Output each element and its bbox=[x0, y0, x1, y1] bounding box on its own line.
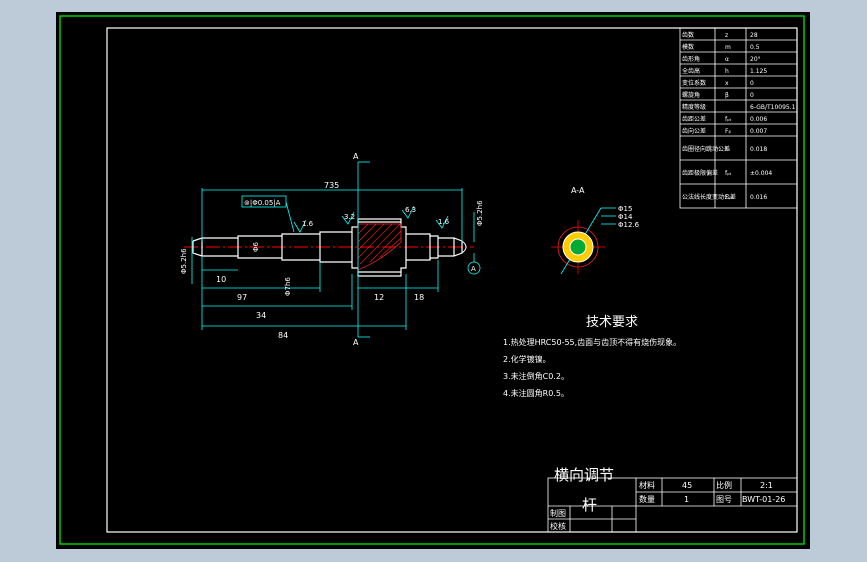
tech-item-4: 4.未注圆角R0.5。 bbox=[503, 388, 569, 398]
param-value: 0.006 bbox=[750, 116, 767, 123]
material-label: 材料 bbox=[639, 480, 655, 490]
tech-item-2: 2.化学镀镍。 bbox=[503, 354, 551, 364]
dim-12: 12 bbox=[374, 293, 384, 302]
gear-parameter-table: 齿数 z 28 模数 m 0.5 齿形角 α 20° 全齿高 h 1.125 变位系数 x 0 螺旋角 β 0 精度… bbox=[679, 27, 798, 209]
param-symbol: Fᵥᵥ bbox=[725, 194, 734, 201]
param-name: 齿形角 bbox=[682, 55, 700, 63]
param-value: 0.007 bbox=[750, 128, 767, 135]
dim-34: 34 bbox=[256, 311, 266, 320]
section-core bbox=[569, 238, 587, 256]
drawing-no-label: 图号 bbox=[716, 495, 732, 504]
param-value: 6-GB/T10095.1 bbox=[750, 104, 796, 111]
dia-right: Φ5.2h6 bbox=[476, 200, 484, 226]
scale-value: 2:1 bbox=[760, 481, 773, 490]
param-name: 齿距公差 bbox=[682, 115, 706, 123]
param-symbol: β bbox=[725, 92, 729, 99]
param-name: 齿向公差 bbox=[682, 127, 706, 135]
tolerance-frame: ⊚|Φ0.05|A bbox=[244, 199, 281, 207]
drawing-canvas: A A A-A 735 10 97 34 84 12 18 ⊚|Φ0.05|A … bbox=[59, 15, 805, 545]
param-value: 1.125 bbox=[750, 68, 767, 75]
datum-label: A bbox=[471, 265, 476, 273]
roughness-3: 6.3 bbox=[405, 206, 416, 214]
technical-requirements: 技术要求 1.热处理HRC50-55,齿面与齿顶不得有烧伤现象。 2.化学镀镍。… bbox=[503, 315, 681, 398]
roughness-1: 1.6 bbox=[302, 220, 314, 228]
checked-label: 校核 bbox=[550, 521, 566, 531]
param-name: 螺旋角 bbox=[682, 91, 700, 99]
param-symbol: Fᵦ bbox=[725, 128, 731, 135]
param-name: 变位系数 bbox=[682, 79, 706, 87]
dia-mid1: Φ6 bbox=[252, 241, 260, 252]
section-view-label: A-A bbox=[571, 186, 585, 195]
param-value: 28 bbox=[750, 32, 758, 39]
param-value: 20° bbox=[750, 56, 761, 63]
dim-overall: 735 bbox=[324, 181, 339, 190]
section-label-bottom: A bbox=[353, 338, 359, 347]
param-value: 0 bbox=[750, 92, 754, 99]
param-symbol: α bbox=[725, 56, 729, 63]
param-value: 0.016 bbox=[750, 194, 767, 201]
drawing-no-value: BWT-01-26 bbox=[742, 495, 785, 504]
dim-18: 18 bbox=[414, 293, 424, 302]
param-value: 0.018 bbox=[750, 146, 767, 153]
dia-left: Φ5.2h6 bbox=[180, 248, 188, 274]
param-name: 模数 bbox=[682, 43, 694, 51]
sec-dia-14: Φ14 bbox=[618, 213, 633, 221]
param-name: 齿距极限偏差 bbox=[682, 169, 718, 177]
tech-title: 技术要求 bbox=[586, 315, 638, 330]
scale-label: 比例 bbox=[716, 480, 732, 490]
quantity-label: 数量 bbox=[639, 494, 655, 504]
roughness-4: 1.6 bbox=[438, 218, 450, 226]
dim-84: 84 bbox=[278, 331, 288, 340]
param-symbol: m bbox=[725, 44, 731, 51]
material-value: 45 bbox=[682, 481, 692, 490]
param-symbol: fₚₜ bbox=[725, 116, 732, 123]
shaft-main-view bbox=[184, 218, 474, 277]
tech-item-1: 1.热处理HRC50-55,齿面与齿顶不得有烧伤现象。 bbox=[503, 337, 681, 347]
sec-dia-126: Φ12.6 bbox=[618, 221, 640, 229]
param-symbol: h bbox=[725, 68, 729, 75]
quantity-value: 1 bbox=[684, 495, 689, 504]
param-symbol: Fᵣ bbox=[725, 146, 730, 153]
param-symbol: x bbox=[725, 80, 729, 87]
sec-dia-15: Φ15 bbox=[618, 205, 632, 213]
dia-mid2: Φ7h6 bbox=[284, 277, 292, 296]
drawn-label: 制图 bbox=[550, 508, 566, 518]
cad-viewport[interactable]: A A A-A 735 10 97 34 84 12 18 ⊚|Φ0.05|A … bbox=[56, 12, 810, 549]
param-value: ±0.004 bbox=[750, 170, 772, 177]
param-name: 齿数 bbox=[682, 31, 694, 39]
tech-item-3: 3.未注倒角C0.2。 bbox=[503, 371, 569, 381]
param-value: 0 bbox=[750, 80, 754, 87]
dim-97: 97 bbox=[237, 293, 247, 302]
roughness-2: 3.2 bbox=[344, 213, 355, 221]
param-value: 0.5 bbox=[750, 44, 760, 51]
param-name: 全齿高 bbox=[682, 67, 700, 75]
part-name-line-2: 杆 bbox=[582, 496, 597, 514]
param-name: 齿圈径向跳动公差 bbox=[682, 145, 730, 153]
part-name-line-1: 横向调节 bbox=[554, 466, 614, 484]
title-block: 横向调节 杆 材料 45 比例 2:1 数量 1 图号 BWT-01-26 制图… bbox=[547, 466, 798, 533]
section-label-top: A bbox=[353, 152, 359, 161]
param-name: 精度等级 bbox=[682, 103, 706, 111]
param-symbol: fₚₜ bbox=[725, 170, 732, 177]
dim-10: 10 bbox=[216, 275, 226, 284]
param-symbol: z bbox=[725, 32, 728, 39]
